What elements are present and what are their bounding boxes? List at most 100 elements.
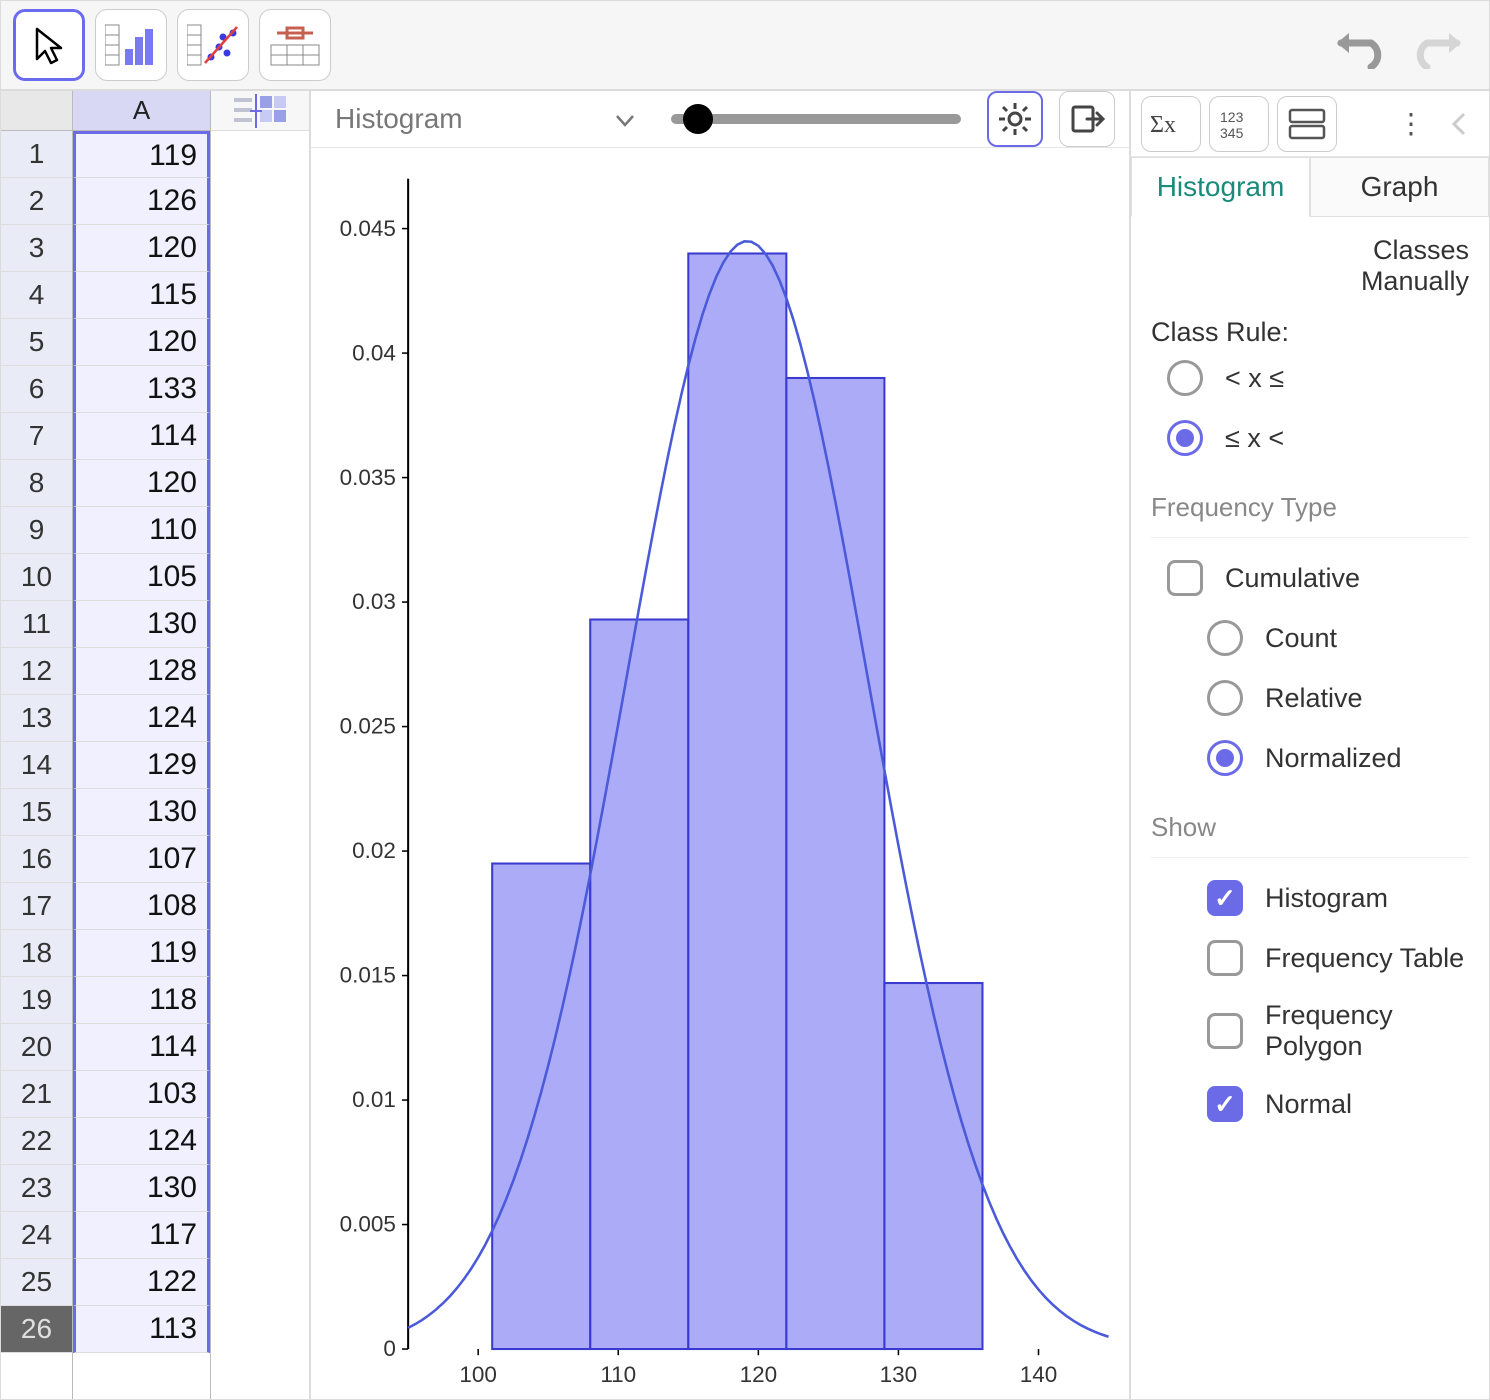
svg-text:0.04: 0.04 bbox=[352, 340, 396, 365]
row-number[interactable]: 16 bbox=[1, 836, 72, 883]
row-number[interactable]: 20 bbox=[1, 1024, 72, 1071]
cell[interactable]: 108 bbox=[73, 883, 210, 930]
row-number[interactable]: 8 bbox=[1, 460, 72, 507]
cell[interactable]: 133 bbox=[73, 366, 210, 413]
cell[interactable]: 120 bbox=[73, 460, 210, 507]
row-number[interactable]: 12 bbox=[1, 648, 72, 695]
svg-text:0.005: 0.005 bbox=[340, 1212, 396, 1237]
pointer-tool-button[interactable] bbox=[13, 9, 85, 81]
show-checkbox[interactable] bbox=[1207, 1013, 1243, 1049]
row-number[interactable]: 23 bbox=[1, 1165, 72, 1212]
row-number[interactable]: 11 bbox=[1, 601, 72, 648]
slider-thumb[interactable] bbox=[683, 104, 713, 134]
cell[interactable]: 113 bbox=[73, 1306, 210, 1353]
more-options-button[interactable]: ⋮ bbox=[1391, 107, 1431, 140]
row-number[interactable]: 19 bbox=[1, 977, 72, 1024]
row-number[interactable]: 18 bbox=[1, 930, 72, 977]
cell[interactable]: 119 bbox=[73, 131, 210, 178]
show-data-button[interactable]: 123345 bbox=[1209, 96, 1269, 152]
cumulative-checkbox[interactable] bbox=[1167, 560, 1203, 596]
cell[interactable]: 110 bbox=[73, 507, 210, 554]
class-rule-label: Class Rule: bbox=[1151, 317, 1469, 348]
redo-button[interactable] bbox=[1405, 13, 1477, 77]
row-number[interactable]: 17 bbox=[1, 883, 72, 930]
tab-histogram[interactable]: Histogram bbox=[1131, 157, 1310, 217]
cell[interactable]: 118 bbox=[73, 977, 210, 1024]
settings-button[interactable] bbox=[987, 91, 1043, 147]
row-number[interactable]: 3 bbox=[1, 225, 72, 272]
chart-toolbar: Histogram bbox=[311, 91, 1129, 148]
chart-plot[interactable]: 00.0050.010.0150.020.0250.030.0350.040.0… bbox=[311, 148, 1129, 1400]
frequency-type-label: Frequency Type bbox=[1151, 492, 1469, 523]
svg-text:120: 120 bbox=[740, 1362, 778, 1387]
row-number[interactable]: 15 bbox=[1, 789, 72, 836]
row-number[interactable]: 25 bbox=[1, 1259, 72, 1306]
cell[interactable]: 120 bbox=[73, 319, 210, 366]
row-number[interactable]: 2 bbox=[1, 178, 72, 225]
row-number[interactable]: 1 bbox=[1, 131, 72, 178]
row-number[interactable]: 10 bbox=[1, 554, 72, 601]
collapse-panel-button[interactable] bbox=[1439, 110, 1479, 138]
row-number[interactable]: 22 bbox=[1, 1118, 72, 1165]
cell[interactable]: 128 bbox=[73, 648, 210, 695]
show-checkbox[interactable] bbox=[1207, 880, 1243, 916]
show-checkbox[interactable] bbox=[1207, 1086, 1243, 1122]
cell[interactable]: 117 bbox=[73, 1212, 210, 1259]
cell[interactable]: 119 bbox=[73, 930, 210, 977]
class-rule-radio[interactable] bbox=[1167, 360, 1203, 396]
frequency-type-option-label: Count bbox=[1265, 623, 1337, 654]
cell[interactable]: 114 bbox=[73, 413, 210, 460]
layout-button[interactable] bbox=[1277, 96, 1337, 152]
one-var-analysis-tool-button[interactable] bbox=[95, 9, 167, 81]
frequency-type-option-label: Relative bbox=[1265, 683, 1363, 714]
tab-graph[interactable]: Graph bbox=[1310, 157, 1489, 217]
svg-text:Σx: Σx bbox=[1150, 112, 1176, 138]
frequency-type-option-label: Normalized bbox=[1265, 743, 1402, 774]
cell[interactable]: 122 bbox=[73, 1259, 210, 1306]
cell[interactable]: 107 bbox=[73, 836, 210, 883]
cell[interactable]: 124 bbox=[73, 695, 210, 742]
row-number[interactable]: 24 bbox=[1, 1212, 72, 1259]
row-number[interactable]: 4 bbox=[1, 272, 72, 319]
row-number[interactable]: 26 bbox=[1, 1306, 72, 1353]
frequency-type-radio[interactable] bbox=[1207, 680, 1243, 716]
class-rule-radio[interactable] bbox=[1167, 420, 1203, 456]
cell[interactable]: 126 bbox=[73, 178, 210, 225]
row-number[interactable]: 7 bbox=[1, 413, 72, 460]
cell[interactable]: 130 bbox=[73, 1165, 210, 1212]
svg-text:0.01: 0.01 bbox=[352, 1087, 396, 1112]
row-number[interactable]: 5 bbox=[1, 319, 72, 366]
column-header-a[interactable]: A bbox=[73, 91, 210, 131]
cell[interactable]: 130 bbox=[73, 789, 210, 836]
multi-var-analysis-tool-button[interactable] bbox=[259, 9, 331, 81]
row-number[interactable]: 14 bbox=[1, 742, 72, 789]
cell[interactable]: 105 bbox=[73, 554, 210, 601]
show-checkbox[interactable] bbox=[1207, 940, 1243, 976]
cell[interactable]: 124 bbox=[73, 1118, 210, 1165]
toggle-second-view-icon[interactable] bbox=[211, 91, 309, 131]
export-button[interactable] bbox=[1059, 91, 1115, 147]
cell[interactable]: 114 bbox=[73, 1024, 210, 1071]
chevron-down-icon bbox=[615, 103, 635, 135]
cell[interactable]: 115 bbox=[73, 272, 210, 319]
svg-text:0: 0 bbox=[383, 1336, 396, 1361]
class-width-slider[interactable] bbox=[661, 99, 971, 139]
two-var-analysis-tool-button[interactable] bbox=[177, 9, 249, 81]
cell[interactable]: 103 bbox=[73, 1071, 210, 1118]
show-label: Show bbox=[1151, 812, 1469, 843]
row-number[interactable]: 6 bbox=[1, 366, 72, 413]
cell[interactable]: 130 bbox=[73, 601, 210, 648]
undo-button[interactable] bbox=[1321, 13, 1393, 77]
row-number[interactable]: 13 bbox=[1, 695, 72, 742]
row-header-corner[interactable] bbox=[1, 91, 72, 131]
frequency-type-radio[interactable] bbox=[1207, 620, 1243, 656]
cell[interactable]: 129 bbox=[73, 742, 210, 789]
cell[interactable]: 120 bbox=[73, 225, 210, 272]
svg-text:140: 140 bbox=[1020, 1362, 1058, 1387]
row-number[interactable]: 9 bbox=[1, 507, 72, 554]
frequency-type-radio[interactable] bbox=[1207, 740, 1243, 776]
chart-type-select[interactable]: Histogram bbox=[325, 94, 645, 144]
row-number[interactable]: 21 bbox=[1, 1071, 72, 1118]
sigma-stats-button[interactable]: Σx bbox=[1141, 96, 1201, 152]
svg-text:345: 345 bbox=[1220, 125, 1244, 141]
